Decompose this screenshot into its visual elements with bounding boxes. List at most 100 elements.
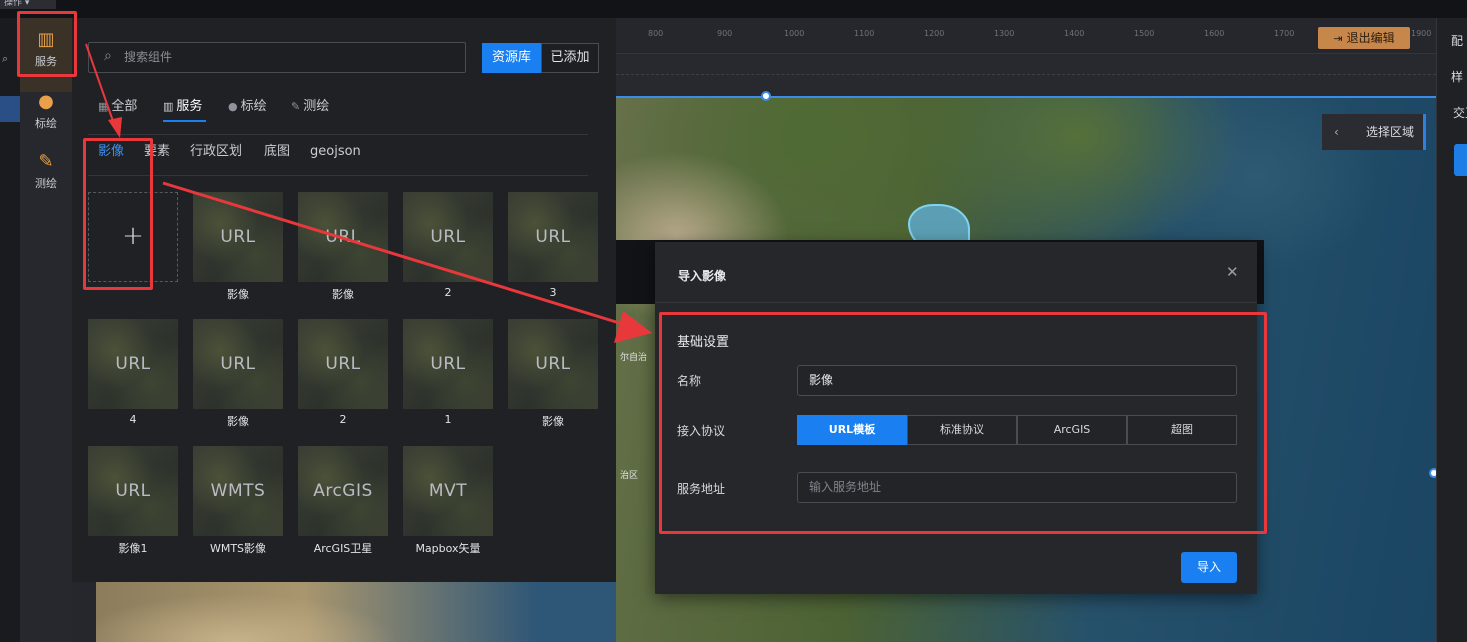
tile-type: URL: [325, 227, 361, 247]
tile-type: URL: [430, 354, 466, 374]
outer-sidebar-selected[interactable]: [0, 96, 20, 122]
exit-icon: ⇥: [1333, 32, 1343, 45]
rail-item-plot[interactable]: ● 标绘: [20, 92, 72, 131]
imagery-tile[interactable]: URL: [508, 192, 598, 282]
ruler-tick: 1700: [1274, 29, 1295, 38]
tab-plot[interactable]: ● 标绘: [228, 98, 267, 116]
pencil-ruler-icon: ✎: [38, 151, 54, 172]
app-root: 操作 ▾ 800 900 1000 1100 1200 1300 1400 15…: [0, 0, 1467, 642]
tab-service[interactable]: ▥ 服务: [163, 98, 202, 116]
address-label: 服务地址: [677, 482, 726, 496]
select-area-label: 选择区域: [1366, 125, 1415, 139]
rail-item-label: 服务: [35, 55, 57, 68]
tile-caption: 2: [444, 286, 452, 299]
component-category-rail: ▥ 服务 ● 标绘 ✎ 测绘: [20, 18, 72, 642]
tab-plot-label: 标绘: [240, 99, 267, 114]
panel-tab-config[interactable]: 配: [1437, 32, 1467, 49]
top-bar: 操作 ▾: [0, 0, 1467, 18]
subtab-imagery[interactable]: 影像: [98, 143, 124, 161]
search-icon[interactable]: ⌕: [2, 52, 8, 66]
ruler-tick: 900: [717, 29, 733, 38]
operations-menu[interactable]: 操作 ▾: [0, 0, 56, 9]
property-panel: 配 样 交互: [1436, 18, 1467, 642]
tile-caption: 4: [129, 413, 137, 426]
grid-icon: ▦: [98, 100, 109, 113]
tile-caption: WMTS影像: [209, 542, 267, 555]
imagery-tile[interactable]: URL: [508, 319, 598, 409]
subtab-geojson[interactable]: geojson: [310, 143, 361, 161]
tile-caption: 影像: [227, 415, 249, 428]
section-title: 基础设置: [677, 335, 730, 350]
tile-type: URL: [535, 354, 571, 374]
tile-type: MVT: [428, 481, 468, 501]
imagery-tile[interactable]: URL: [193, 192, 283, 282]
name-label: 名称: [677, 374, 702, 388]
map-icon: ▥: [37, 29, 55, 50]
satellite-map-bottom[interactable]: [96, 582, 616, 642]
map-place-label: 尔自治: [620, 353, 648, 363]
ruler-tick: 1000: [784, 29, 805, 38]
ruler-tick: 1300: [994, 29, 1015, 38]
panel-tab-style[interactable]: 样: [1437, 68, 1467, 85]
divider: [88, 134, 588, 135]
ruler-tick: 1400: [1064, 29, 1085, 38]
tab-measure-label: 测绘: [303, 99, 330, 114]
mvt-tile[interactable]: MVT: [403, 446, 493, 536]
location-pin-icon: ●: [38, 91, 54, 112]
search-input[interactable]: 搜索组件: [88, 42, 466, 73]
imagery-tile[interactable]: URL: [88, 319, 178, 409]
tab-measure[interactable]: ✎ 测绘: [291, 98, 329, 116]
dialog-title: 导入影像: [678, 269, 727, 283]
subtab-basemap[interactable]: 底图: [264, 143, 290, 161]
imagery-tile[interactable]: URL: [193, 319, 283, 409]
exit-edit-button[interactable]: ⇥ 退出编辑: [1318, 27, 1410, 49]
rail-item-label: 测绘: [35, 177, 57, 190]
import-button[interactable]: 导入: [1181, 552, 1237, 583]
select-area-button[interactable]: ‹ 选择区域: [1322, 114, 1426, 150]
tile-type: URL: [220, 354, 256, 374]
tab-all[interactable]: ▦ 全部: [98, 98, 137, 116]
rail-item-service[interactable]: ▥ 服务: [20, 18, 72, 92]
vertical-ruler: [70, 582, 96, 642]
add-imagery-button[interactable]: +: [88, 192, 178, 282]
tile-caption: 影像: [227, 288, 249, 301]
close-icon[interactable]: ✕: [1226, 263, 1239, 281]
horizontal-ruler: 800 900 1000 1100 1200 1300 1400 1500 16…: [616, 18, 1436, 54]
tile-caption: 2: [339, 413, 347, 426]
ruler-tick: 1500: [1134, 29, 1155, 38]
tile-type: WMTS: [210, 481, 266, 501]
wmts-tile[interactable]: WMTS: [193, 446, 283, 536]
imagery-tile[interactable]: URL: [298, 319, 388, 409]
imagery-tile[interactable]: URL: [403, 319, 493, 409]
tile-type: URL: [535, 227, 571, 247]
protocol-standard[interactable]: 标准协议: [907, 415, 1017, 445]
tab-added[interactable]: 已添加: [541, 43, 599, 73]
ruler-tick: 1900: [1411, 29, 1432, 38]
subtab-admin-regions[interactable]: 行政区划: [190, 143, 242, 161]
rail-item-measure[interactable]: ✎ 测绘: [20, 152, 72, 191]
tab-all-label: 全部: [111, 99, 138, 114]
imagery-tile[interactable]: URL: [88, 446, 178, 536]
rail-item-label: 标绘: [35, 117, 57, 130]
tile-type: URL: [430, 227, 466, 247]
ruler-tick: 1600: [1204, 29, 1225, 38]
panel-action-button[interactable]: [1454, 144, 1467, 176]
panel-tab-interaction[interactable]: 交互: [1437, 104, 1467, 121]
protocol-arcgis[interactable]: ArcGIS: [1017, 415, 1127, 445]
subtab-features[interactable]: 要素: [144, 143, 170, 161]
tab-resource-library[interactable]: 资源库: [482, 43, 541, 73]
imagery-tile[interactable]: URL: [298, 192, 388, 282]
service-address-input[interactable]: 输入服务地址: [797, 472, 1237, 503]
chevron-left-icon: ‹: [1334, 125, 1339, 139]
imagery-tile[interactable]: URL: [403, 192, 493, 282]
exit-edit-label: 退出编辑: [1346, 31, 1395, 45]
ruler-tick: 1200: [924, 29, 945, 38]
active-tab-indicator: [163, 120, 206, 122]
resize-handle[interactable]: [761, 91, 771, 101]
protocol-supermap[interactable]: 超图: [1127, 415, 1237, 445]
protocol-url-template[interactable]: URL模板: [797, 415, 907, 445]
location-pin-icon: ●: [228, 100, 238, 113]
name-field[interactable]: 影像: [797, 365, 1237, 396]
canvas-guide-strip: [616, 54, 1436, 96]
arcgis-tile[interactable]: ArcGIS: [298, 446, 388, 536]
